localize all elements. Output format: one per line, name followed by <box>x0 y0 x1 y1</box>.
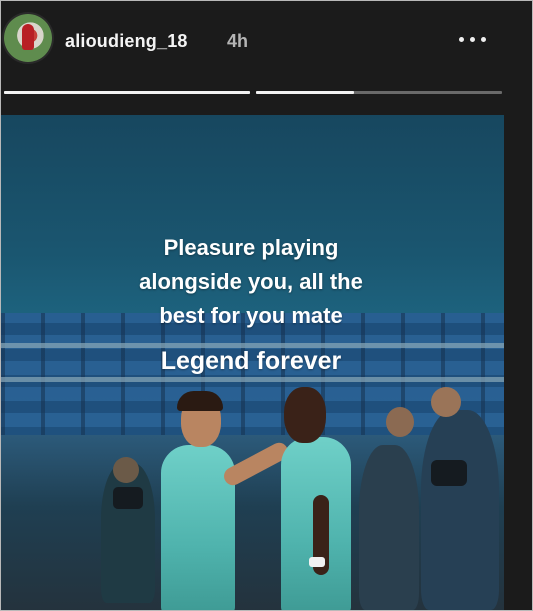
progress-fill <box>4 91 250 94</box>
photographer-head <box>386 407 414 437</box>
camera-icon <box>431 460 467 486</box>
caption-line: alongside you, all the <box>139 269 363 294</box>
story-caption-emphasis: Legend forever <box>160 347 342 375</box>
story-progress-segment-1 <box>4 91 250 94</box>
camera-icon <box>113 487 143 509</box>
player-left-hair <box>177 391 223 411</box>
player-left-shirt <box>161 445 235 610</box>
wristband <box>309 557 325 567</box>
more-dot <box>469 36 475 42</box>
photographer-head <box>113 457 139 483</box>
username[interactable]: alioudieng_18 <box>65 31 188 52</box>
story-image[interactable]: Pleasure playing alongside you, all the … <box>1 115 504 610</box>
story-timestamp: 4h <box>227 31 249 51</box>
photographer-silhouette <box>101 463 155 603</box>
story-progress-segment-2 <box>256 91 502 94</box>
story-caption: Pleasure playing alongside you, all the … <box>81 231 421 333</box>
more-options-icon[interactable] <box>449 25 495 53</box>
more-dot <box>458 36 464 42</box>
caption-line: best for you mate <box>159 303 343 328</box>
story-header: alioudieng_18 4h <box>1 1 532 91</box>
photographer-silhouette <box>421 410 499 610</box>
avatar[interactable] <box>4 14 52 62</box>
progress-fill <box>256 91 355 94</box>
story-viewer: alioudieng_18 4h Pleasure playing alongs… <box>0 0 533 611</box>
stadium-stands <box>1 313 504 453</box>
photographer-silhouette <box>359 445 419 610</box>
avatar-figure <box>22 24 34 50</box>
player-right-head <box>284 387 326 443</box>
photographer-head <box>431 387 461 417</box>
more-dot <box>480 36 486 42</box>
next-story-edge[interactable] <box>504 115 532 610</box>
stadium-rail <box>1 377 504 382</box>
caption-line: Pleasure playing <box>163 235 339 260</box>
